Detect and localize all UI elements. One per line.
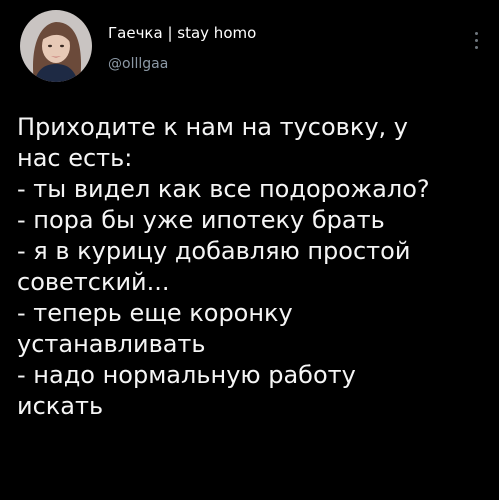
more-vertical-icon[interactable] xyxy=(473,32,479,54)
tweet-text-line: Приходите к нам на тусовку, у xyxy=(17,113,408,141)
tweet-text-line: - я в курицу добавляю простой xyxy=(17,237,411,265)
tweet-text-line: - пора бы уже ипотеку брать xyxy=(17,206,385,234)
tweet-text-line: нас есть: xyxy=(17,144,133,172)
more-dot xyxy=(474,46,478,49)
author-handle[interactable]: @olllgaa xyxy=(108,56,168,72)
author-display-name[interactable]: Гаечка | stay homo xyxy=(108,24,256,42)
tweet-text-line: - ты видел как все подорожало? xyxy=(17,175,430,203)
more-dot xyxy=(474,39,478,42)
tweet-text-line: устанавливать xyxy=(17,330,206,358)
author-avatar[interactable] xyxy=(20,10,92,82)
tweet-card: Гаечка | stay homo @olllgaa Приходите к … xyxy=(0,0,499,500)
tweet-text-line: советский... xyxy=(17,268,170,296)
tweet-text-line: - теперь еще коронку xyxy=(17,299,293,327)
tweet-text: Приходите к нам на тусовку, у нас есть: … xyxy=(17,112,487,422)
more-dot xyxy=(474,32,478,35)
tweet-text-line: - надо нормальную работу xyxy=(17,361,356,389)
tweet-text-line: искать xyxy=(17,392,104,420)
user-avatar-photo-icon xyxy=(20,10,92,82)
